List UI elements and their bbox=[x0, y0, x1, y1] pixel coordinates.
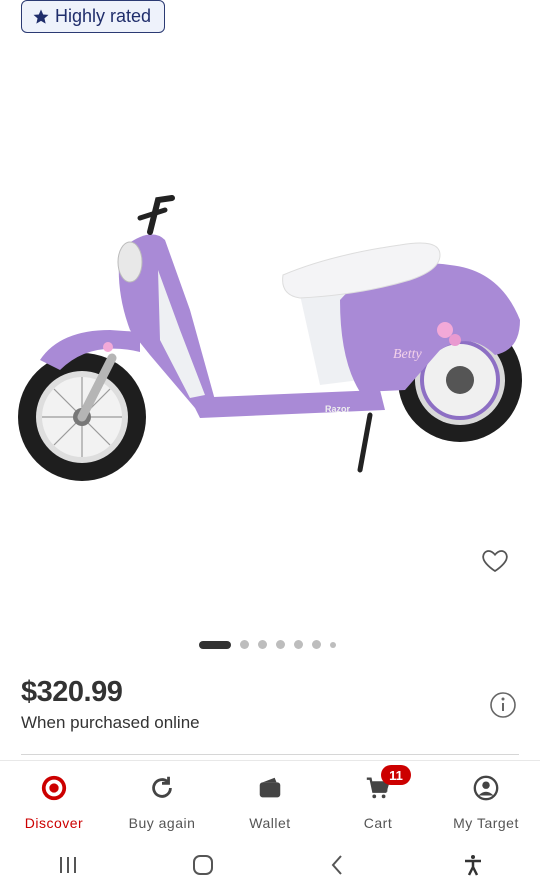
cart-count-badge: 11 bbox=[381, 765, 411, 785]
nav-label: Wallet bbox=[249, 815, 291, 831]
model-decal: Betty bbox=[393, 347, 423, 362]
star-icon bbox=[33, 9, 49, 24]
section-divider bbox=[21, 754, 519, 755]
nav-my-target[interactable]: My Target bbox=[432, 761, 540, 836]
accessibility-icon bbox=[464, 854, 481, 876]
carousel-dot[interactable] bbox=[199, 640, 231, 649]
recent-apps-button[interactable] bbox=[48, 845, 88, 885]
carousel-dot[interactable] bbox=[312, 640, 321, 649]
wallet-icon bbox=[255, 773, 285, 803]
account-icon bbox=[471, 773, 501, 803]
home-button[interactable] bbox=[183, 845, 223, 885]
back-button[interactable] bbox=[318, 845, 358, 885]
back-icon bbox=[331, 854, 342, 875]
carousel-dot[interactable] bbox=[240, 640, 249, 649]
scooter-image: Razor Betty bbox=[18, 195, 522, 481]
brand-decal: Razor bbox=[325, 404, 351, 414]
target-logo-icon bbox=[39, 773, 69, 803]
highly-rated-badge: Highly rated bbox=[21, 0, 165, 33]
carousel-dot[interactable] bbox=[294, 640, 303, 649]
nav-discover[interactable]: Discover bbox=[0, 761, 108, 836]
nav-wallet[interactable]: Wallet bbox=[216, 761, 324, 836]
home-icon bbox=[192, 854, 213, 875]
nav-label: Discover bbox=[24, 815, 84, 831]
nav-label: My Target bbox=[453, 815, 519, 831]
favorite-heart-button[interactable] bbox=[478, 545, 512, 579]
nav-label: Cart bbox=[363, 815, 393, 831]
carousel-dot[interactable] bbox=[276, 640, 285, 649]
price-info-button[interactable] bbox=[489, 691, 517, 719]
nav-label: Buy again bbox=[128, 815, 196, 831]
product-price: $320.99 bbox=[21, 676, 123, 708]
nav-buy-again[interactable]: Buy again bbox=[108, 761, 216, 836]
refresh-icon bbox=[147, 773, 177, 803]
recent-apps-icon bbox=[59, 856, 76, 873]
carousel-dot[interactable] bbox=[330, 641, 336, 648]
bottom-navigation: Discover Buy again Wallet 11 Cart My Tar… bbox=[0, 760, 540, 836]
nav-cart[interactable]: 11 Cart bbox=[324, 761, 432, 836]
image-carousel-indicator[interactable] bbox=[199, 640, 336, 649]
badge-label: Highly rated bbox=[55, 6, 152, 26]
info-icon bbox=[490, 692, 516, 718]
heart-icon bbox=[482, 549, 508, 572]
system-navigation-bar bbox=[0, 836, 540, 893]
carousel-dot[interactable] bbox=[258, 640, 267, 649]
price-note: When purchased online bbox=[21, 713, 200, 732]
accessibility-button[interactable] bbox=[453, 845, 493, 885]
